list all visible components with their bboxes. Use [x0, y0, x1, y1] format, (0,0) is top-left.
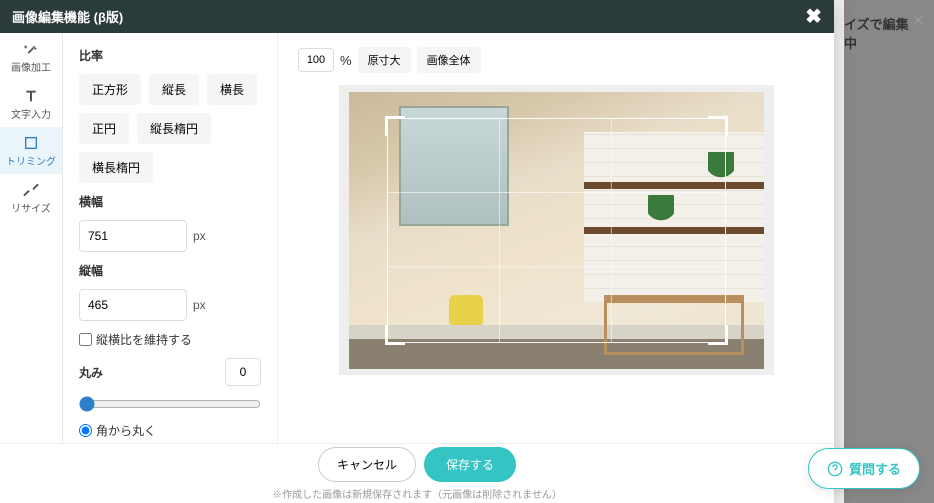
question-icon: [827, 461, 843, 477]
modal-title: 画像編集機能 (β版): [12, 7, 123, 26]
crop-overlay[interactable]: [387, 118, 726, 343]
sidebar-item-label: 画像加工: [11, 59, 51, 74]
settings-panel: 比率 正方形 縦長 横長 正円 縦長楕円 横長楕円 横幅 px 縦幅 px: [63, 33, 278, 443]
zoom-unit: %: [340, 53, 352, 68]
actual-size-button[interactable]: 原寸大: [358, 47, 411, 73]
wand-icon: [23, 41, 39, 57]
keep-aspect-checkbox[interactable]: [79, 333, 92, 346]
background-page: イズで編集中 ×: [844, 0, 934, 503]
save-button[interactable]: 保存する: [424, 447, 516, 482]
sidebar-item-label: リサイズ: [11, 200, 51, 215]
ratio-tall[interactable]: 縦長: [149, 74, 199, 105]
zoom-controls: % 原寸大 画像全体: [298, 47, 814, 73]
keep-aspect-row[interactable]: 縦横比を維持する: [79, 331, 261, 348]
sidebar-item-effects[interactable]: 画像加工: [0, 33, 62, 80]
preview-image[interactable]: [349, 92, 764, 369]
sidebar: 画像加工 文字入力 トリミング リサイズ: [0, 33, 63, 443]
width-unit: px: [193, 229, 206, 243]
crop-handle-bl[interactable]: [385, 325, 405, 345]
resize-icon: [23, 182, 39, 198]
width-input[interactable]: [79, 220, 187, 252]
crop-handle-tr[interactable]: [708, 116, 728, 136]
zoom-input[interactable]: [298, 48, 334, 72]
round-corner-label: 角から丸く: [96, 422, 156, 439]
sidebar-item-label: 文字入力: [11, 106, 51, 121]
image-editor-modal: 画像編集機能 (β版) ✖ 画像加工 文字入力 トリミング リサイズ 比率: [0, 0, 834, 503]
ratio-wide[interactable]: 横長: [207, 74, 257, 105]
ratio-buttons: 正方形 縦長 横長 正円 縦長楕円 横長楕円: [79, 74, 261, 183]
round-slider[interactable]: [79, 396, 261, 412]
sidebar-item-trimming[interactable]: トリミング: [0, 127, 62, 174]
sidebar-item-label: トリミング: [6, 153, 56, 168]
sidebar-item-text[interactable]: 文字入力: [0, 80, 62, 127]
footer-note: ※作成した画像は新規保存されます（元画像は削除されません）: [272, 486, 562, 501]
crop-handle-br[interactable]: [708, 325, 728, 345]
round-heading: 丸み: [79, 364, 103, 381]
round-corner-row[interactable]: 角から丸く: [79, 422, 261, 439]
preview-wrap: [298, 73, 814, 429]
modal-footer: キャンセル 保存する ※作成した画像は新規保存されます（元画像は削除されません）: [0, 443, 834, 503]
ratio-wide-ellipse[interactable]: 横長楕円: [79, 152, 153, 183]
sidebar-item-resize[interactable]: リサイズ: [0, 174, 62, 221]
ratio-square[interactable]: 正方形: [79, 74, 141, 105]
crop-handle-tl[interactable]: [385, 116, 405, 136]
modal-body: 画像加工 文字入力 トリミング リサイズ 比率 正方形 縦長 横長 正円: [0, 33, 834, 443]
modal-header: 画像編集機能 (β版) ✖: [0, 0, 834, 33]
preview-background: [339, 85, 774, 375]
ratio-tall-ellipse[interactable]: 縦長楕円: [137, 113, 211, 144]
height-heading: 縦幅: [79, 262, 261, 279]
background-close-icon[interactable]: ×: [912, 10, 924, 33]
height-unit: px: [193, 298, 206, 312]
ask-question-fab[interactable]: 質問する: [808, 448, 920, 489]
round-value-input[interactable]: [225, 358, 261, 386]
height-input[interactable]: [79, 289, 187, 321]
ratio-heading: 比率: [79, 47, 261, 64]
keep-aspect-label: 縦横比を維持する: [96, 331, 192, 348]
close-icon[interactable]: ✖: [805, 4, 822, 29]
round-corner-radio[interactable]: [79, 424, 92, 437]
width-heading: 横幅: [79, 193, 261, 210]
background-text: イズで編集中: [844, 14, 914, 52]
text-icon: [23, 88, 39, 104]
canvas-area: % 原寸大 画像全体: [278, 33, 834, 443]
cancel-button[interactable]: キャンセル: [318, 447, 416, 482]
crop-icon: [23, 135, 39, 151]
whole-image-button[interactable]: 画像全体: [417, 47, 481, 73]
fab-label: 質問する: [849, 459, 901, 478]
ratio-circle[interactable]: 正円: [79, 113, 129, 144]
